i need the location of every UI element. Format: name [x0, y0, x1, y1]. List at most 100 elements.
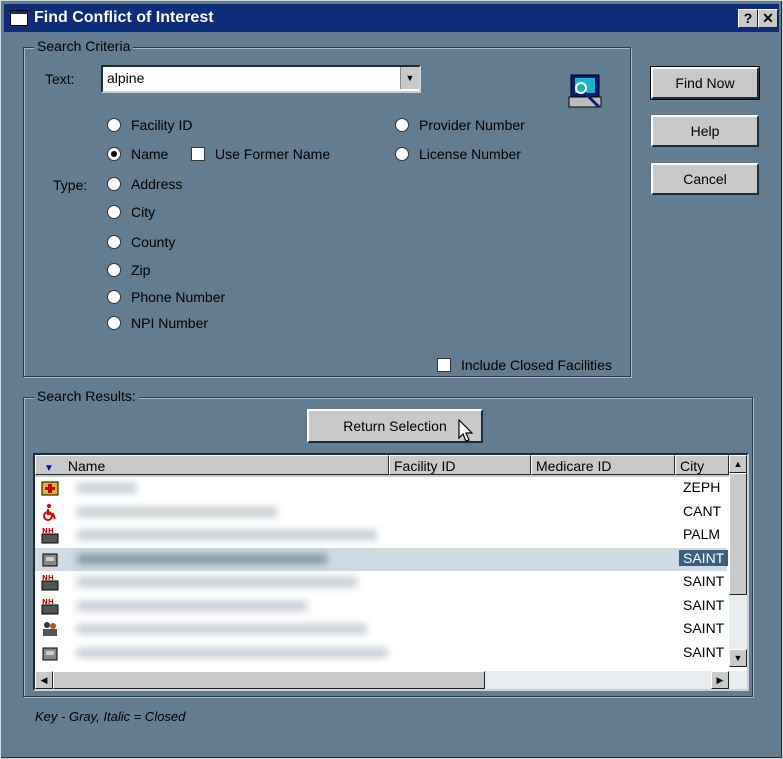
- radio-address-label: Address: [131, 176, 183, 192]
- nursing-home-icon: NH: [41, 574, 59, 591]
- radio-license-number[interactable]: License Number: [395, 146, 521, 162]
- table-row-selected[interactable]: SAINT: [35, 547, 729, 571]
- radio-license-number-dot[interactable]: [395, 147, 409, 161]
- mouse-cursor-icon: [458, 419, 474, 442]
- radio-county-dot[interactable]: [107, 235, 121, 249]
- nursing-home-icon: NH: [41, 527, 59, 544]
- city-cell: ZEPH: [683, 479, 721, 495]
- text-label: Text:: [45, 71, 75, 87]
- vertical-scrollbar[interactable]: ▲ ▼: [729, 455, 747, 667]
- city-cell: SAINT: [683, 596, 725, 613]
- wheelchair-icon: [43, 503, 56, 521]
- cancel-button[interactable]: Cancel: [651, 163, 759, 195]
- facility-icon: [42, 553, 58, 566]
- city-cell: SAINT: [679, 549, 729, 566]
- find-now-button[interactable]: Find Now: [650, 66, 760, 100]
- hospital-icon: [41, 481, 59, 496]
- search-criteria-label: Search Criteria: [34, 38, 134, 54]
- facility-icon: [42, 647, 58, 660]
- table-row[interactable]: NH SAINT: [35, 571, 727, 595]
- redacted-name: [77, 506, 277, 517]
- dialog-window: Find Conflict of Interest ? ✕ Search Cri…: [0, 0, 783, 759]
- radio-phone-number[interactable]: Phone Number: [107, 289, 225, 305]
- radio-city-dot[interactable]: [107, 205, 121, 219]
- table-row[interactable]: SAINT: [35, 642, 727, 666]
- column-header-facility-id[interactable]: Facility ID: [389, 455, 531, 475]
- redacted-name: [77, 624, 367, 634]
- help-button[interactable]: Help: [651, 115, 759, 147]
- scroll-right-icon[interactable]: ▶: [711, 671, 729, 689]
- radio-provider-number-label: Provider Number: [419, 117, 525, 133]
- help-title-button[interactable]: ?: [738, 9, 758, 28]
- radio-zip-label: Zip: [131, 262, 151, 278]
- type-label: Type:: [53, 177, 88, 193]
- radio-facility-id-dot[interactable]: [107, 118, 121, 132]
- radio-name-label: Name: [131, 146, 169, 162]
- nursing-home-icon: NH: [41, 598, 59, 614]
- search-text-value: alpine: [107, 70, 145, 86]
- close-button[interactable]: ✕: [758, 9, 778, 28]
- table-row[interactable]: ZEPH: [35, 477, 727, 501]
- redacted-name: [77, 600, 307, 611]
- radio-npi-number-label: NPI Number: [131, 315, 209, 331]
- table-row[interactable]: SAINT: [35, 618, 727, 642]
- radio-facility-id-label: Facility ID: [131, 117, 193, 133]
- results-list[interactable]: ▼ Name Facility ID Medicare ID City ZEPH …: [33, 453, 749, 691]
- title-bar[interactable]: Find Conflict of Interest ? ✕: [4, 4, 779, 32]
- radio-npi-number-dot[interactable]: [107, 316, 121, 330]
- radio-city[interactable]: City: [107, 204, 155, 220]
- scroll-up-icon[interactable]: ▲: [729, 455, 747, 473]
- radio-npi-number[interactable]: NPI Number: [107, 315, 208, 331]
- search-results-label: Search Results:: [34, 388, 139, 404]
- computer-search-icon: [568, 74, 602, 109]
- column-header-city[interactable]: City: [675, 455, 729, 475]
- redacted-name: [77, 577, 357, 587]
- redacted-name: [77, 483, 137, 493]
- column-header-name[interactable]: ▼ Name: [35, 455, 389, 475]
- radio-facility-id[interactable]: Facility ID: [107, 117, 192, 133]
- list-header: ▼ Name Facility ID Medicare ID City: [35, 455, 747, 477]
- use-former-name-box[interactable]: [191, 147, 205, 161]
- radio-address[interactable]: Address: [107, 176, 182, 192]
- radio-county[interactable]: County: [107, 234, 175, 250]
- radio-phone-number-dot[interactable]: [107, 290, 121, 304]
- legend-key-text: Key - Gray, Italic = Closed: [35, 709, 186, 724]
- table-row[interactable]: NH SAINT: [35, 595, 727, 619]
- vertical-scroll-thumb[interactable]: [729, 473, 747, 595]
- use-former-name-label: Use Former Name: [215, 146, 331, 162]
- search-text-combobox[interactable]: alpine ▼: [101, 65, 421, 93]
- scroll-left-icon[interactable]: ◀: [35, 671, 53, 689]
- horizontal-scroll-thumb[interactable]: [53, 671, 485, 689]
- radio-address-dot[interactable]: [107, 177, 121, 191]
- radio-name-dot[interactable]: [107, 147, 121, 161]
- redacted-name: [77, 530, 377, 540]
- city-cell: CANT: [683, 502, 722, 519]
- people-icon: [43, 622, 57, 636]
- sort-descending-icon: ▼: [44, 463, 54, 474]
- radio-zip-dot[interactable]: [107, 263, 121, 277]
- window-title: Find Conflict of Interest: [34, 9, 214, 26]
- window-icon: [10, 10, 28, 26]
- radio-provider-number[interactable]: Provider Number: [395, 117, 525, 133]
- dropdown-arrow-icon[interactable]: ▼: [400, 67, 419, 89]
- redacted-name: [77, 647, 387, 658]
- scroll-down-icon[interactable]: ▼: [729, 649, 747, 667]
- radio-provider-number-dot[interactable]: [395, 118, 409, 132]
- city-cell: SAINT: [683, 620, 725, 636]
- radio-county-label: County: [131, 234, 176, 250]
- use-former-name-checkbox[interactable]: Use Former Name: [191, 146, 330, 162]
- horizontal-scrollbar[interactable]: ◀ ▶: [35, 671, 747, 689]
- city-cell: PALM: [683, 526, 721, 542]
- include-closed-box[interactable]: [437, 358, 451, 372]
- radio-city-label: City: [131, 204, 156, 220]
- radio-zip[interactable]: Zip: [107, 262, 150, 278]
- table-row[interactable]: NH PALM: [35, 524, 727, 548]
- include-closed-checkbox[interactable]: Include Closed Facilities: [437, 357, 612, 373]
- radio-phone-number-label: Phone Number: [131, 289, 226, 305]
- city-cell: SAINT: [683, 643, 725, 660]
- radio-license-number-label: License Number: [419, 146, 521, 162]
- column-header-medicare-id[interactable]: Medicare ID: [531, 455, 675, 475]
- table-row[interactable]: CANT: [35, 501, 727, 525]
- redacted-name: [77, 553, 327, 564]
- radio-name[interactable]: Name: [107, 146, 168, 162]
